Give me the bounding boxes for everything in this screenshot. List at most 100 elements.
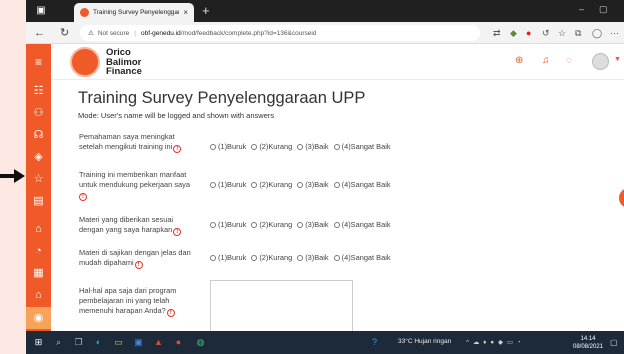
book-icon[interactable]: ▤	[26, 190, 51, 212]
radio-option[interactable]: (4)Sangat Baik	[333, 180, 391, 189]
radio-option[interactable]: (1)Buruk	[210, 253, 246, 262]
home-icon[interactable]: ⌂	[26, 218, 51, 240]
radio-button[interactable]	[297, 221, 304, 228]
security-label: Not secure	[97, 29, 130, 37]
chevron-down-icon[interactable]: ▼	[614, 56, 621, 63]
radio-option[interactable]: (2)Kurang	[251, 253, 292, 262]
warning-icon: ⚠	[88, 30, 94, 37]
option-label: (4)Sangat Baik	[341, 142, 391, 151]
question-1: Pemahaman saya meningkat setelah mengiku…	[79, 132, 207, 153]
option-label: (3)Baik	[305, 220, 329, 229]
translate-icon[interactable]: ⇄	[493, 27, 501, 39]
url-separator: |	[134, 29, 136, 37]
media-app-icon[interactable]: ●	[172, 336, 185, 349]
radio-option[interactable]: (3)Baik	[297, 180, 329, 189]
radio-button[interactable]	[210, 181, 216, 188]
users-icon[interactable]: ⚇	[26, 102, 51, 124]
hamburger-menu-icon[interactable]: ≡	[26, 44, 51, 80]
extension-icon[interactable]: ◆	[510, 27, 517, 39]
answer-textarea[interactable]	[210, 280, 353, 331]
radio-button[interactable]	[251, 254, 258, 261]
file-explorer-icon[interactable]: ▭	[112, 336, 125, 349]
radio-option[interactable]: (1)Buruk	[210, 220, 246, 229]
radio-button[interactable]	[210, 254, 216, 261]
radio-button[interactable]	[210, 143, 216, 150]
graduation-cap-icon[interactable]: ⌂	[26, 284, 51, 306]
question-line-text: setelah mengikuti training ini	[79, 142, 173, 151]
system-tray-icons[interactable]: ^ ☁ ♦ ● ◆ ▭ ◔	[466, 338, 522, 346]
store-icon[interactable]: ▣	[132, 336, 145, 349]
search-icon[interactable]: ⌕	[52, 336, 65, 349]
notification-center-icon[interactable]: ▢	[610, 338, 618, 347]
weather-text[interactable]: 33°C Hujan ringan	[398, 338, 451, 345]
reload-icon[interactable]: ↻	[60, 26, 69, 40]
radio-button[interactable]	[297, 254, 304, 261]
notification-bell-icon[interactable]: ♫	[542, 55, 550, 66]
maximize-icon[interactable]: ▢	[599, 4, 608, 15]
radio-button[interactable]	[333, 181, 340, 188]
radio-button[interactable]	[251, 221, 258, 228]
url-field[interactable]: ⚠ Not secure | obf-genedu.id /mod/feedba…	[80, 25, 480, 41]
clock[interactable]: 14.14 08/08/2021	[573, 335, 603, 351]
radio-option[interactable]: (3)Baik	[297, 220, 329, 229]
radio-option[interactable]: (1)Buruk	[210, 142, 246, 151]
tab-bar: ▣ Training Survey Penyelenggaraan × + – …	[26, 0, 624, 22]
help-icon[interactable]: ?	[368, 336, 381, 349]
refresh-page-icon[interactable]: ↺	[542, 27, 550, 39]
layers-icon[interactable]: ◈	[26, 146, 51, 168]
radio-option[interactable]: (4)Sangat Baik	[333, 142, 391, 151]
pointer-arrow-icon	[0, 169, 25, 183]
question-4: Materi di sajikan dengan jelas dan mudah…	[79, 248, 207, 269]
chrome-icon[interactable]: ◍	[194, 336, 207, 349]
minimize-icon[interactable]: –	[579, 4, 584, 14]
avatar[interactable]	[592, 53, 609, 70]
favicon-icon	[80, 8, 89, 17]
messages-icon[interactable]: ◌	[566, 55, 572, 66]
back-icon[interactable]: ←	[34, 26, 45, 40]
dashboard-icon[interactable]: ☷	[26, 80, 51, 102]
radio-button[interactable]	[297, 181, 304, 188]
radio-button[interactable]	[251, 143, 258, 150]
calendar-icon[interactable]: ▦	[26, 262, 51, 284]
tab-close-icon[interactable]: ×	[183, 8, 188, 17]
star-icon[interactable]: ☆	[26, 168, 51, 190]
radio-option[interactable]: (1)Buruk	[210, 180, 246, 189]
radio-option[interactable]: (2)Kurang	[251, 142, 292, 151]
radio-button[interactable]	[333, 254, 340, 261]
radio-option[interactable]: (3)Baik	[297, 142, 329, 151]
radio-option[interactable]: (4)Sangat Baik	[333, 220, 391, 229]
question-line: memenuhi harapan Anda?!	[79, 306, 207, 317]
adblock-icon[interactable]: ●	[526, 27, 531, 39]
question-line: Hal-hal apa saja dari program	[79, 286, 177, 295]
radio-option[interactable]: (2)Kurang	[251, 220, 292, 229]
question-1-options: (1)Buruk (2)Kurang (3)Baik (4)Sangat Bai…	[210, 142, 396, 151]
collections-icon[interactable]: ⧉	[575, 27, 581, 39]
question-2-options: (1)Buruk (2)Kurang (3)Baik (4)Sangat Bai…	[210, 180, 396, 189]
option-label: (1)Buruk	[218, 253, 247, 262]
radio-button[interactable]	[333, 221, 340, 228]
windows-start-icon[interactable]: ⊞	[32, 336, 45, 349]
language-globe-icon[interactable]: ⊕	[515, 55, 523, 66]
required-icon: !	[134, 261, 143, 269]
radio-option[interactable]: (3)Baik	[297, 253, 329, 262]
radio-option[interactable]: (2)Kurang	[251, 180, 292, 189]
task-view-icon[interactable]: ❐	[72, 336, 85, 349]
participants-icon[interactable]: ☊	[26, 124, 51, 146]
favorite-icon[interactable]: ☆	[558, 27, 566, 39]
speedometer-icon[interactable]: ◔	[26, 240, 51, 262]
pdf-reader-icon[interactable]: ▲	[152, 336, 165, 349]
profile-icon[interactable]: ◯	[592, 27, 602, 39]
tab-title: Training Survey Penyelenggaraan	[93, 9, 179, 16]
radio-button[interactable]	[251, 181, 258, 188]
tab-training-survey[interactable]: Training Survey Penyelenggaraan ×	[74, 3, 194, 22]
radio-button[interactable]	[210, 221, 216, 228]
more-menu-icon[interactable]: ⋯	[610, 27, 619, 39]
badge-icon[interactable]: ◉	[26, 307, 51, 329]
new-tab-button[interactable]: +	[202, 3, 210, 19]
radio-button[interactable]	[297, 143, 304, 150]
question-line: mudah dipahami!	[79, 258, 207, 269]
edge-icon[interactable]: ◐	[92, 336, 105, 349]
radio-button[interactable]	[333, 143, 340, 150]
radio-option[interactable]: (4)Sangat Baik	[333, 253, 391, 262]
window-menu-icon[interactable]: ▣	[34, 4, 48, 18]
